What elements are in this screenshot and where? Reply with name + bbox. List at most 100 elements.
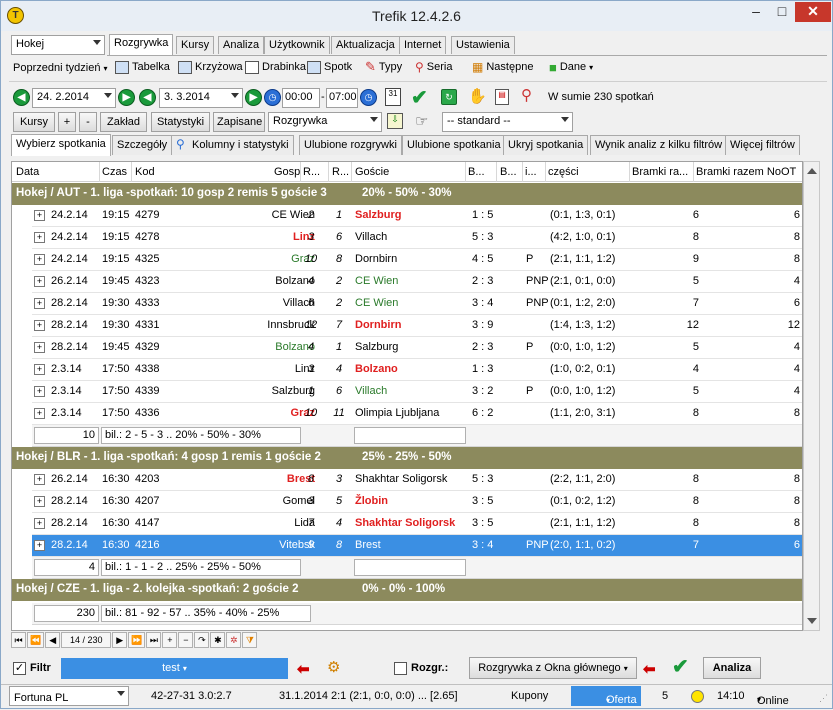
- subtab-wybierz-spotkania[interactable]: Wybierz spotkania: [11, 134, 111, 156]
- drabinka-button[interactable]: Drabinka: [245, 58, 306, 76]
- tab-kursy[interactable]: Kursy: [176, 36, 215, 54]
- bookmaker-select[interactable]: Fortuna PL: [9, 686, 129, 706]
- scroll-up-icon[interactable]: [807, 168, 817, 174]
- expand-row-button[interactable]: +: [34, 496, 45, 507]
- table-row[interactable]: +2.3.14 17:50 4339 Salzburg 1 6 Villach 3 : 2 P(…: [32, 381, 802, 403]
- subtab-kolumny[interactable]: ⚲ Kolumny i statystyki: [171, 135, 294, 155]
- expand-row-button[interactable]: +: [34, 210, 45, 221]
- time-from-field[interactable]: 00:00: [282, 88, 320, 108]
- prev-date-from-button[interactable]: ◀: [13, 89, 30, 106]
- col-goscie[interactable]: Goście: [355, 166, 389, 178]
- expand-row-button[interactable]: +: [34, 276, 45, 287]
- subtab-ulubione-spotkania[interactable]: Ulubione spotkania: [402, 135, 506, 155]
- col-kod[interactable]: Kod: [135, 166, 155, 178]
- rozgr-checkbox[interactable]: [394, 662, 407, 675]
- table-row[interactable]: +24.2.14 19:15 4279 CE Wien 2 1 Salzburg 1 : 5(…: [32, 205, 802, 227]
- prev-page-icon[interactable]: ⏪: [27, 632, 45, 648]
- date-to-field[interactable]: 3. 3.2014: [159, 88, 243, 108]
- expand-row-button[interactable]: +: [34, 232, 45, 243]
- minus-button[interactable]: -: [79, 112, 97, 132]
- tab-rozgrywka[interactable]: Rozgrywka: [109, 34, 174, 55]
- tab-uzytkownik[interactable]: Użytkownik: [264, 36, 330, 54]
- expand-row-button[interactable]: +: [34, 254, 45, 265]
- report-icon[interactable]: ▤: [495, 89, 509, 105]
- group-header[interactable]: Hokej / BLR - 1. liga -spotkań: 4 gosp 1…: [12, 447, 802, 469]
- col-czas[interactable]: Czas: [102, 166, 127, 178]
- col-r1[interactable]: R...: [303, 166, 320, 178]
- typy-button[interactable]: ✎ Typy: [365, 58, 402, 76]
- next-date-from-button[interactable]: ▶: [118, 89, 135, 106]
- tabelka-button[interactable]: Tabelka: [115, 58, 170, 76]
- grid-scrollbar[interactable]: [803, 161, 820, 631]
- col-r2[interactable]: R...: [332, 166, 349, 178]
- col-i[interactable]: i...: [525, 166, 537, 178]
- close-button[interactable]: ✕: [795, 2, 831, 22]
- table-row[interactable]: +26.2.14 19:45 4323 Bolzano 4 2 CE Wien 2 : 3 PN…: [32, 271, 802, 293]
- next-page-icon[interactable]: ⏩: [128, 632, 146, 648]
- col-gosp[interactable]: Gosp: [274, 166, 300, 178]
- nastepne-button[interactable]: ▦ Następne: [472, 58, 533, 76]
- table-row[interactable]: +28.2.14 16:30 4207 Gomel 3 5 Žlobin 3 : 5 (0:1,…: [32, 491, 802, 513]
- zapisane-button[interactable]: Zapisane: [213, 112, 265, 132]
- tab-internet[interactable]: Internet: [399, 36, 447, 54]
- hand-icon[interactable]: ✋: [468, 87, 487, 105]
- prev-record-icon[interactable]: ◀: [45, 632, 61, 648]
- rozgr-source-dropdown[interactable]: Rozgrywka z Okna głównego ▾: [469, 657, 637, 679]
- table-row[interactable]: +28.2.14 16:30 4216 Vitebsk 9 8 Brest 3 : 4 PNP(…: [32, 535, 802, 557]
- export-icon[interactable]: ⇩: [387, 113, 403, 129]
- expand-row-button[interactable]: +: [34, 364, 45, 375]
- edit-filter-icon[interactable]: ⚙: [327, 658, 340, 676]
- maximize-button[interactable]: □: [769, 2, 795, 22]
- tab-analiza[interactable]: Analiza: [218, 36, 265, 54]
- search-icon[interactable]: ⚲: [521, 86, 532, 104]
- first-record-icon[interactable]: ⏮: [11, 632, 26, 648]
- next-date-to-button[interactable]: ▶: [245, 89, 262, 106]
- expand-row-button[interactable]: +: [34, 298, 45, 309]
- scroll-down-icon[interactable]: [807, 618, 817, 624]
- table-row[interactable]: +2.3.14 17:50 4338 Linz 3 4 Bolzano 1 : 3 (1:0, …: [32, 359, 802, 381]
- clear-asterisk-icon[interactable]: ✲: [226, 632, 242, 648]
- group-header[interactable]: Hokej / CZE - 1. liga - 2. kolejka -spot…: [12, 579, 802, 601]
- kupony-label[interactable]: Kupony: [511, 690, 548, 702]
- expand-row-button[interactable]: +: [34, 518, 45, 529]
- col-bramki-noot[interactable]: Bramki razem NoOT: [696, 166, 796, 178]
- col-b1[interactable]: B...: [468, 166, 485, 178]
- date-from-field[interactable]: 24. 2.2014: [32, 88, 116, 108]
- zaklad-button[interactable]: Zakład: [100, 112, 147, 132]
- table-row[interactable]: +28.2.14 19:30 4333 Villach 6 2 CE Wien 3 : 4 PN…: [32, 293, 802, 315]
- tab-aktualizacja[interactable]: Aktualizacja: [331, 36, 400, 54]
- expand-row-button[interactable]: +: [34, 540, 45, 551]
- filter-checkbox[interactable]: ✓: [13, 662, 26, 675]
- statystyki-button[interactable]: Statystyki: [151, 112, 210, 132]
- col-czesci[interactable]: części: [548, 166, 579, 178]
- delete-icon[interactable]: −: [178, 632, 194, 648]
- sport-select[interactable]: Hokej: [11, 35, 105, 55]
- competition-select[interactable]: Rozgrywka: [268, 112, 382, 132]
- kursy-button[interactable]: Kursy: [13, 112, 55, 132]
- expand-row-button[interactable]: +: [34, 474, 45, 485]
- next-record-icon[interactable]: ▶: [112, 632, 128, 648]
- spotk-button[interactable]: Spotk: [307, 58, 352, 76]
- table-row[interactable]: +24.2.14 19:15 4325 Graz 10 8 Dornbirn 4 : 5 P (2…: [32, 249, 802, 271]
- refresh-icon[interactable]: ↷: [194, 632, 210, 648]
- analiza-button[interactable]: Analiza: [703, 657, 761, 679]
- expand-row-button[interactable]: +: [34, 342, 45, 353]
- insert-icon[interactable]: +: [162, 632, 178, 648]
- plus-button[interactable]: +: [58, 112, 76, 132]
- clock-from-icon[interactable]: ◷: [264, 89, 281, 106]
- group-header[interactable]: Hokej / AUT - 1. liga -spotkań: 10 gosp …: [12, 183, 802, 205]
- subtab-wiecej-filtrow[interactable]: Więcej filtrów: [725, 135, 800, 155]
- matches-grid[interactable]: Data Czas Kod Gosp R... R... Goście B...…: [11, 161, 803, 631]
- col-b2[interactable]: B...: [500, 166, 517, 178]
- subtab-ulubione-rozgrywki[interactable]: Ulubione rozgrywki: [299, 135, 402, 155]
- subtab-ukryj-spotkania[interactable]: Ukryj spotkania: [503, 135, 589, 155]
- seria-button[interactable]: ⚲ Seria: [415, 58, 452, 76]
- last-record-icon[interactable]: ⏭: [146, 632, 162, 648]
- col-data[interactable]: Data: [16, 166, 39, 178]
- checkmark-icon[interactable]: ✔: [672, 654, 689, 679]
- minimize-button[interactable]: –: [743, 2, 769, 22]
- prev-date-to-button[interactable]: ◀: [139, 89, 156, 106]
- checkmark-icon[interactable]: ✔: [411, 85, 428, 110]
- table-row[interactable]: +28.2.14 16:30 4147 Lida 7 4 Shakhtar Soligors…: [32, 513, 802, 535]
- time-to-field[interactable]: 07:00: [326, 88, 358, 108]
